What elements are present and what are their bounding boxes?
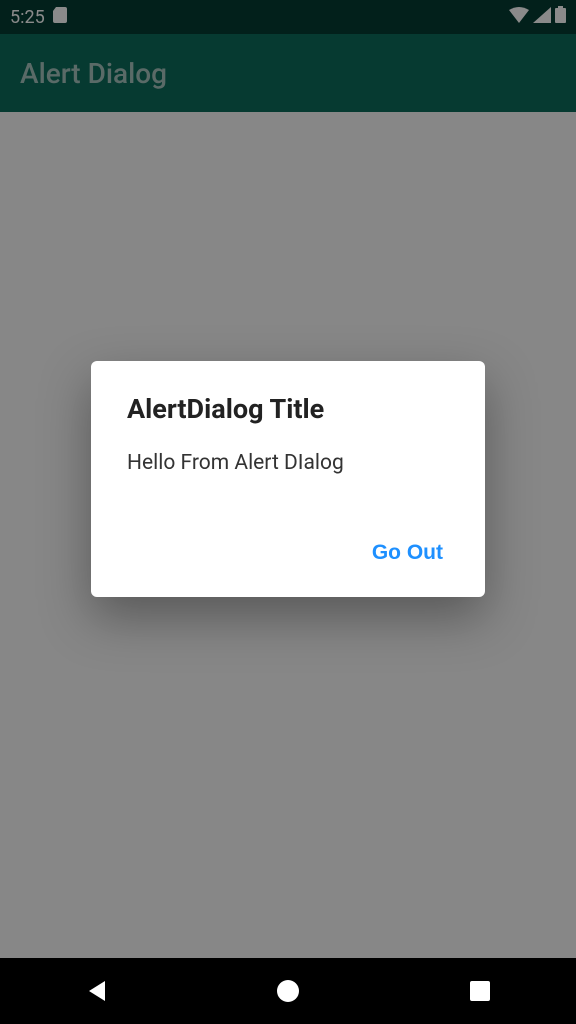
dialog-actions: Go Out: [127, 537, 449, 569]
nav-back-button[interactable]: [82, 977, 110, 1005]
dialog-title: AlertDialog Title: [127, 393, 449, 425]
alert-dialog: AlertDialog Title Hello From Alert DIalo…: [91, 361, 485, 597]
navigation-bar: [0, 958, 576, 1024]
nav-recent-button[interactable]: [466, 977, 494, 1005]
go-out-button[interactable]: Go Out: [366, 537, 449, 569]
dialog-scrim[interactable]: AlertDialog Title Hello From Alert DIalo…: [0, 0, 576, 958]
nav-home-button[interactable]: [274, 977, 302, 1005]
dialog-message: Hello From Alert DIalog: [127, 451, 449, 475]
